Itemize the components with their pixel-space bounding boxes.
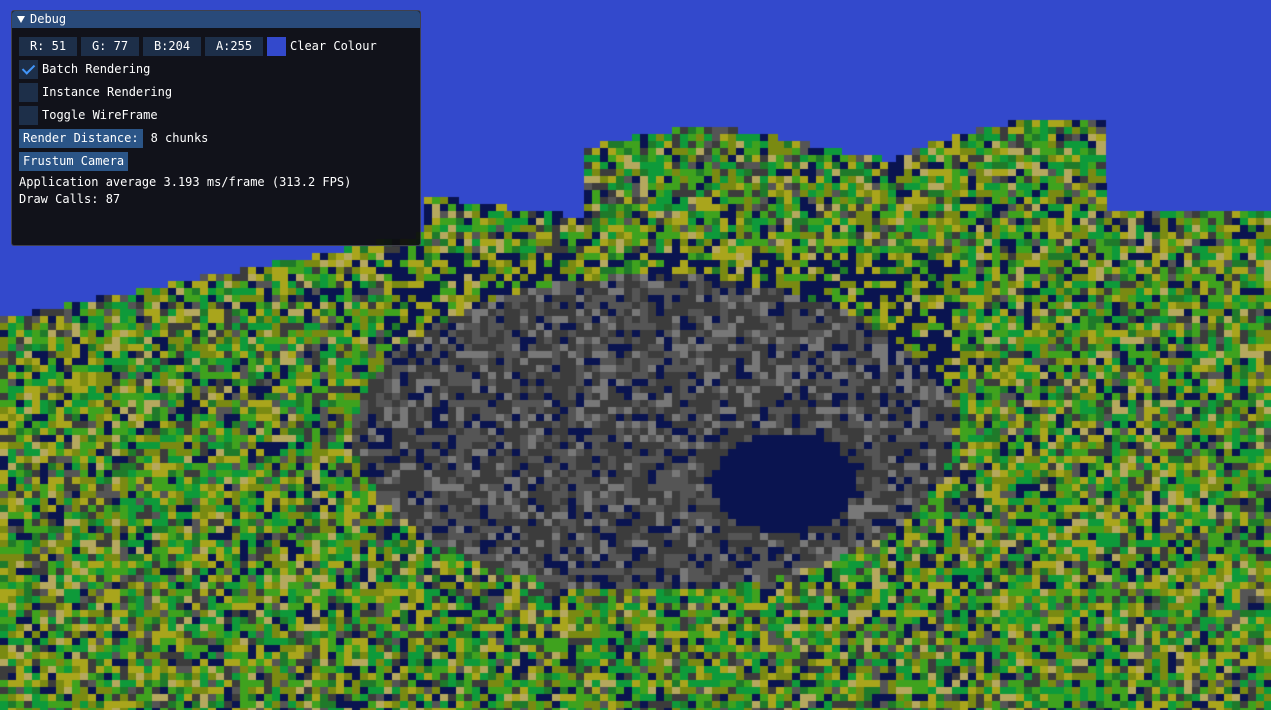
red-channel-field[interactable]: R: 51 bbox=[19, 36, 77, 56]
toggle-wireframe-label: Toggle WireFrame bbox=[42, 108, 158, 122]
toggle-wireframe-row: Toggle WireFrame bbox=[19, 105, 420, 125]
instance-rendering-row: Instance Rendering bbox=[19, 82, 420, 102]
game-viewport[interactable]: Debug R: 51 G: 77 B:204 A:255 Clear Colo… bbox=[0, 0, 1271, 710]
clear-colour-swatch[interactable] bbox=[267, 36, 286, 56]
frame-time-stat: Application average 3.193 ms/frame (313.… bbox=[19, 175, 352, 189]
debug-window-title: Debug bbox=[30, 12, 67, 26]
batch-rendering-label: Batch Rendering bbox=[42, 62, 151, 76]
render-distance-button[interactable]: Render Distance: bbox=[19, 128, 143, 148]
debug-window-content: R: 51 G: 77 B:204 A:255 Clear Colour Bat… bbox=[12, 28, 420, 208]
batch-rendering-row: Batch Rendering bbox=[19, 59, 420, 79]
draw-calls-stat: Draw Calls: 87 bbox=[19, 192, 121, 206]
frustum-camera-row: Frustum Camera bbox=[19, 151, 420, 171]
instance-rendering-checkbox[interactable] bbox=[19, 82, 38, 102]
instance-rendering-label: Instance Rendering bbox=[42, 85, 173, 99]
batch-rendering-checkbox[interactable] bbox=[19, 59, 38, 79]
checkmark-icon bbox=[21, 60, 36, 75]
debug-window[interactable]: Debug R: 51 G: 77 B:204 A:255 Clear Colo… bbox=[11, 10, 421, 246]
debug-window-titlebar[interactable]: Debug bbox=[12, 11, 420, 28]
clear-colour-label: Clear Colour bbox=[290, 39, 377, 53]
render-distance-value: 8 chunks bbox=[150, 131, 209, 145]
alpha-channel-field[interactable]: A:255 bbox=[205, 36, 263, 56]
clear-colour-row: R: 51 G: 77 B:204 A:255 Clear Colour bbox=[19, 36, 420, 56]
render-distance-row: Render Distance: 8 chunks bbox=[19, 128, 420, 148]
blue-channel-field[interactable]: B:204 bbox=[143, 36, 201, 56]
toggle-wireframe-checkbox[interactable] bbox=[19, 105, 38, 125]
green-channel-field[interactable]: G: 77 bbox=[81, 36, 139, 56]
collapse-arrow-icon[interactable] bbox=[17, 16, 25, 23]
frustum-camera-button[interactable]: Frustum Camera bbox=[19, 151, 129, 171]
